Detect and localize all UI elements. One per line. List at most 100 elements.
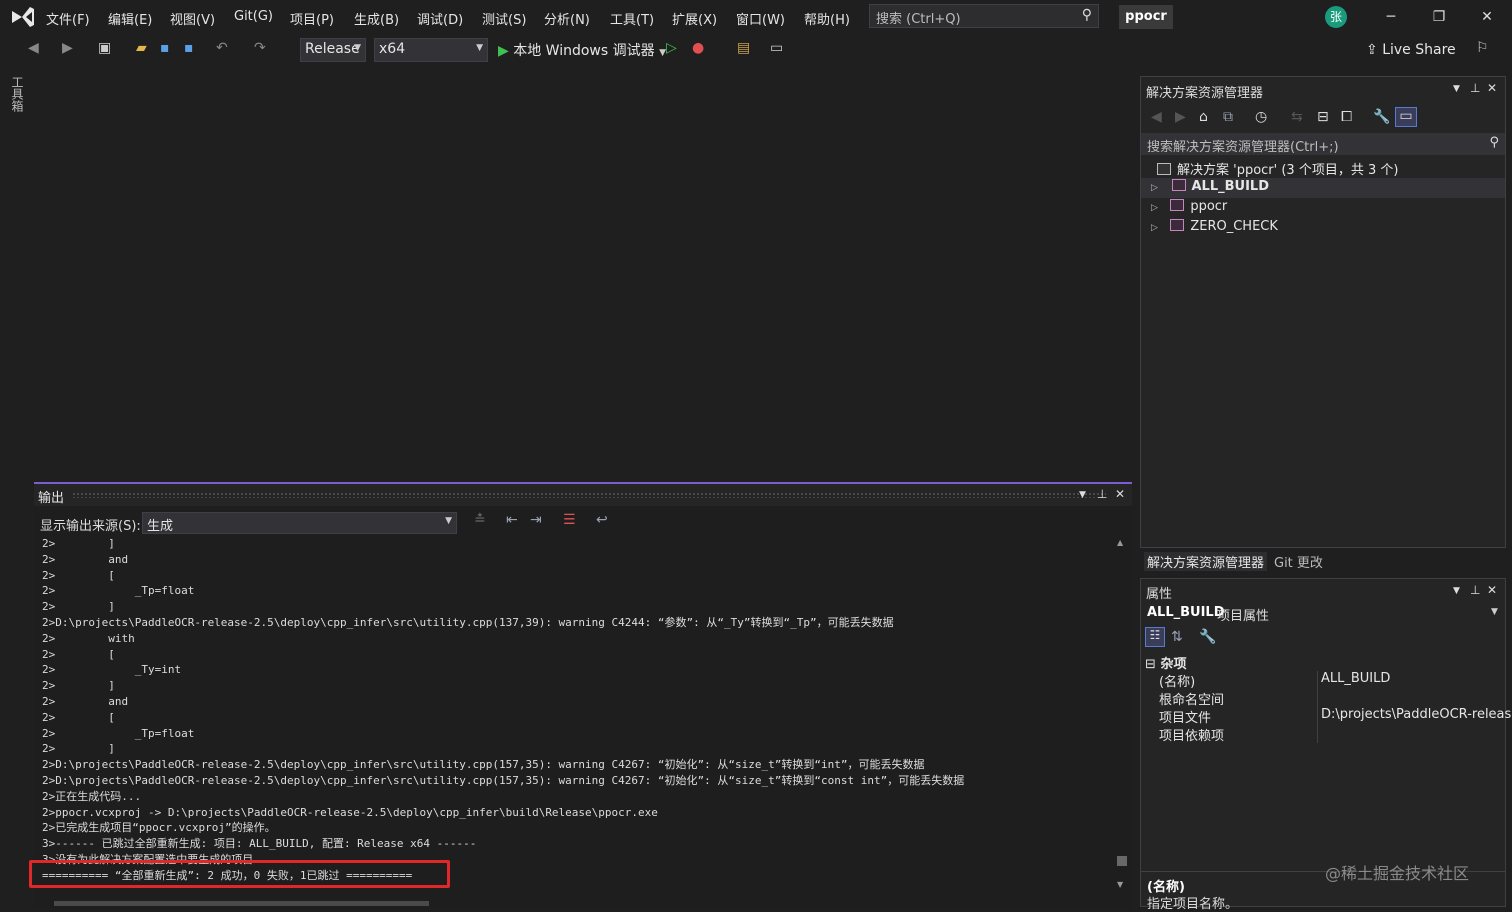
start-without-debugging-icon[interactable]: ▷ [666,40,677,56]
property-value[interactable]: D:\projects\PaddleOCR-release [1317,707,1512,725]
tree-item-zero-check[interactable]: ▷ ZERO_CHECK [1151,219,1278,234]
properties-object-select[interactable]: ALL_BUILD 项目属性 ▼ [1141,603,1505,624]
menu-extensions[interactable]: 扩展(X) [672,9,717,28]
property-row[interactable]: 项目依赖项 [1145,725,1505,744]
output-source-select[interactable]: 生成 ▼ [142,512,457,534]
layout-icon[interactable]: ▭ [770,40,783,56]
alphabetical-icon[interactable]: ⇅ [1171,629,1183,645]
menu-analyze[interactable]: 分析(N) [544,9,590,28]
scroll-thumb[interactable] [54,901,429,906]
property-row[interactable]: 项目文件 D:\projects\PaddleOCR-release [1145,707,1512,726]
property-category[interactable]: ⊟ 杂项 [1145,653,1186,672]
switch-views-icon[interactable]: ⧉ [1223,109,1233,125]
vertical-scrollbar[interactable]: ▲ ▼ [1112,536,1132,892]
solution-folder-icon[interactable]: ▤ [737,40,750,56]
restore-icon[interactable]: ❐ [1424,6,1454,28]
output-line: 2>D:\projects\PaddleOCR-release-2.5\depl… [42,615,894,629]
tree-item-ppocr[interactable]: ▷ ppocr [1151,199,1227,214]
output-text[interactable]: 2> ] 2> and 2> [2> _Tp=float 2> ] 2>D:\proje… [42,536,1112,886]
output-panel: 输出 ▼ ⊥ ✕ 显示输出来源(S): 生成 ▼ ≛ ⇤ ⇥ ☰ ↩ 2> ] 2… [34,482,1132,909]
solution-search-input[interactable]: 搜索解决方案资源管理器(Ctrl+;) ⚲ [1141,133,1505,155]
solution-root[interactable]: 解决方案 'ppocr' (3 个项目，共 3 个) [1157,159,1398,178]
menu-help[interactable]: 帮助(H) [804,9,850,28]
menu-git[interactable]: Git(G) [234,9,273,24]
platform-select[interactable]: x64 ▼ [374,38,488,62]
tab-solution-explorer[interactable]: 解决方案资源管理器 [1144,552,1268,571]
menu-test[interactable]: 测试(S) [482,9,526,28]
save-icon[interactable]: ▪ [160,40,170,56]
chevron-down-icon[interactable]: ▼ [1453,84,1460,94]
tab-git-changes[interactable]: Git 更改 [1274,552,1323,571]
config-select[interactable]: Release ▼ [300,38,366,62]
property-value[interactable] [1317,689,1321,707]
chevron-down-icon[interactable]: ▼ [1453,586,1460,596]
sync-icon[interactable]: ⇆ [1291,109,1303,125]
pin-icon[interactable]: ⊥ [1470,583,1480,597]
menu-window[interactable]: 窗口(W) [736,9,785,28]
open-folder-icon[interactable]: ▰ [136,40,147,56]
tree-item-all-build[interactable]: ▷ ALL_BUILD [1151,179,1269,194]
close-icon[interactable]: ✕ [1472,6,1502,28]
clear-all-icon[interactable]: ☰ [563,512,576,528]
expand-icon[interactable]: ▷ [1151,183,1158,193]
scroll-up-icon[interactable]: ▲ [1117,538,1123,547]
menu-view[interactable]: 视图(V) [170,9,215,28]
word-wrap-icon[interactable]: ↩ [596,512,608,528]
show-all-files-icon[interactable]: ⧠ [1341,109,1352,125]
preview-selected-icon[interactable]: ▭ [1395,107,1417,127]
next-message-icon[interactable]: ⇥ [530,512,542,528]
menu-tools[interactable]: 工具(T) [610,9,654,28]
previous-message-icon[interactable]: ⇤ [506,512,518,528]
menu-edit[interactable]: 编辑(E) [108,9,152,28]
output-line: 2> _Tp=float [42,584,195,598]
property-row[interactable]: 根命名空间 [1145,689,1505,708]
panel-grip[interactable] [72,492,1106,498]
back-icon[interactable]: ◀ [1151,109,1162,125]
search-placeholder: 搜索 (Ctrl+Q) [876,12,961,27]
undo-icon[interactable]: ↶ [216,40,228,56]
toolbox-tab[interactable]: 工具箱 [8,76,26,112]
menu-debug[interactable]: 调试(D) [417,9,463,28]
forward-icon[interactable]: ▶ [1175,109,1186,125]
go-to-message-icon[interactable]: ≛ [474,512,486,528]
property-value[interactable]: ALL_BUILD [1317,671,1390,689]
feedback-icon[interactable]: ⚐ [1476,40,1489,56]
minimize-icon[interactable]: ─ [1376,6,1406,28]
search-box[interactable]: 搜索 (Ctrl+Q) ⚲ [869,4,1099,28]
close-icon[interactable]: ✕ [1115,487,1125,501]
collapse-icon[interactable]: ⊟ [1145,657,1156,672]
horizontal-scrollbar[interactable] [34,898,1132,909]
properties-title: 属性 [1146,587,1173,602]
pin-icon[interactable]: ⊥ [1097,487,1107,501]
avatar[interactable]: 张 [1325,6,1347,28]
chevron-down-icon[interactable]: ▼ [1079,490,1086,500]
hot-reload-icon[interactable]: ● [692,40,704,56]
scroll-down-icon[interactable]: ▼ [1117,880,1123,889]
save-all-icon[interactable]: ▪ [184,40,194,56]
menu-file[interactable]: 文件(F) [46,9,90,28]
close-icon[interactable]: ✕ [1487,81,1497,95]
new-project-icon[interactable]: ▣ [98,40,111,56]
collapse-all-icon[interactable]: ⊟ [1317,109,1329,125]
back-icon[interactable]: ◀ [28,40,39,56]
close-icon[interactable]: ✕ [1487,583,1497,597]
scroll-thumb[interactable] [1117,856,1127,866]
expand-icon[interactable]: ▷ [1151,203,1158,213]
pin-icon[interactable]: ⊥ [1470,81,1480,95]
home-icon[interactable]: ⌂ [1199,109,1208,125]
properties-wrench-icon[interactable]: 🔧 [1373,109,1390,125]
property-pages-icon[interactable]: 🔧 [1199,629,1216,645]
property-row[interactable]: (名称) ALL_BUILD [1145,671,1505,690]
side-tool-strip [0,68,32,907]
live-share-button[interactable]: ⇪ Live Share [1366,42,1456,58]
categorized-icon[interactable]: ☷ [1145,627,1165,647]
redo-icon[interactable]: ↷ [254,40,266,56]
expand-icon[interactable]: ▷ [1151,223,1158,233]
pending-changes-icon[interactable]: ◷ [1255,109,1267,125]
start-debugging-button[interactable]: ▶ 本地 Windows 调试器 ▼ [498,40,666,60]
menu-build[interactable]: 生成(B) [354,9,399,28]
solution-explorer-toolbar: ◀ ▶ ⌂ ⧉ ◷ ⇆ ⊟ ⧠ 🔧 ▭ [1141,103,1505,131]
forward-icon[interactable]: ▶ [62,40,73,56]
property-value[interactable] [1317,725,1321,743]
menu-project[interactable]: 项目(P) [290,9,334,28]
